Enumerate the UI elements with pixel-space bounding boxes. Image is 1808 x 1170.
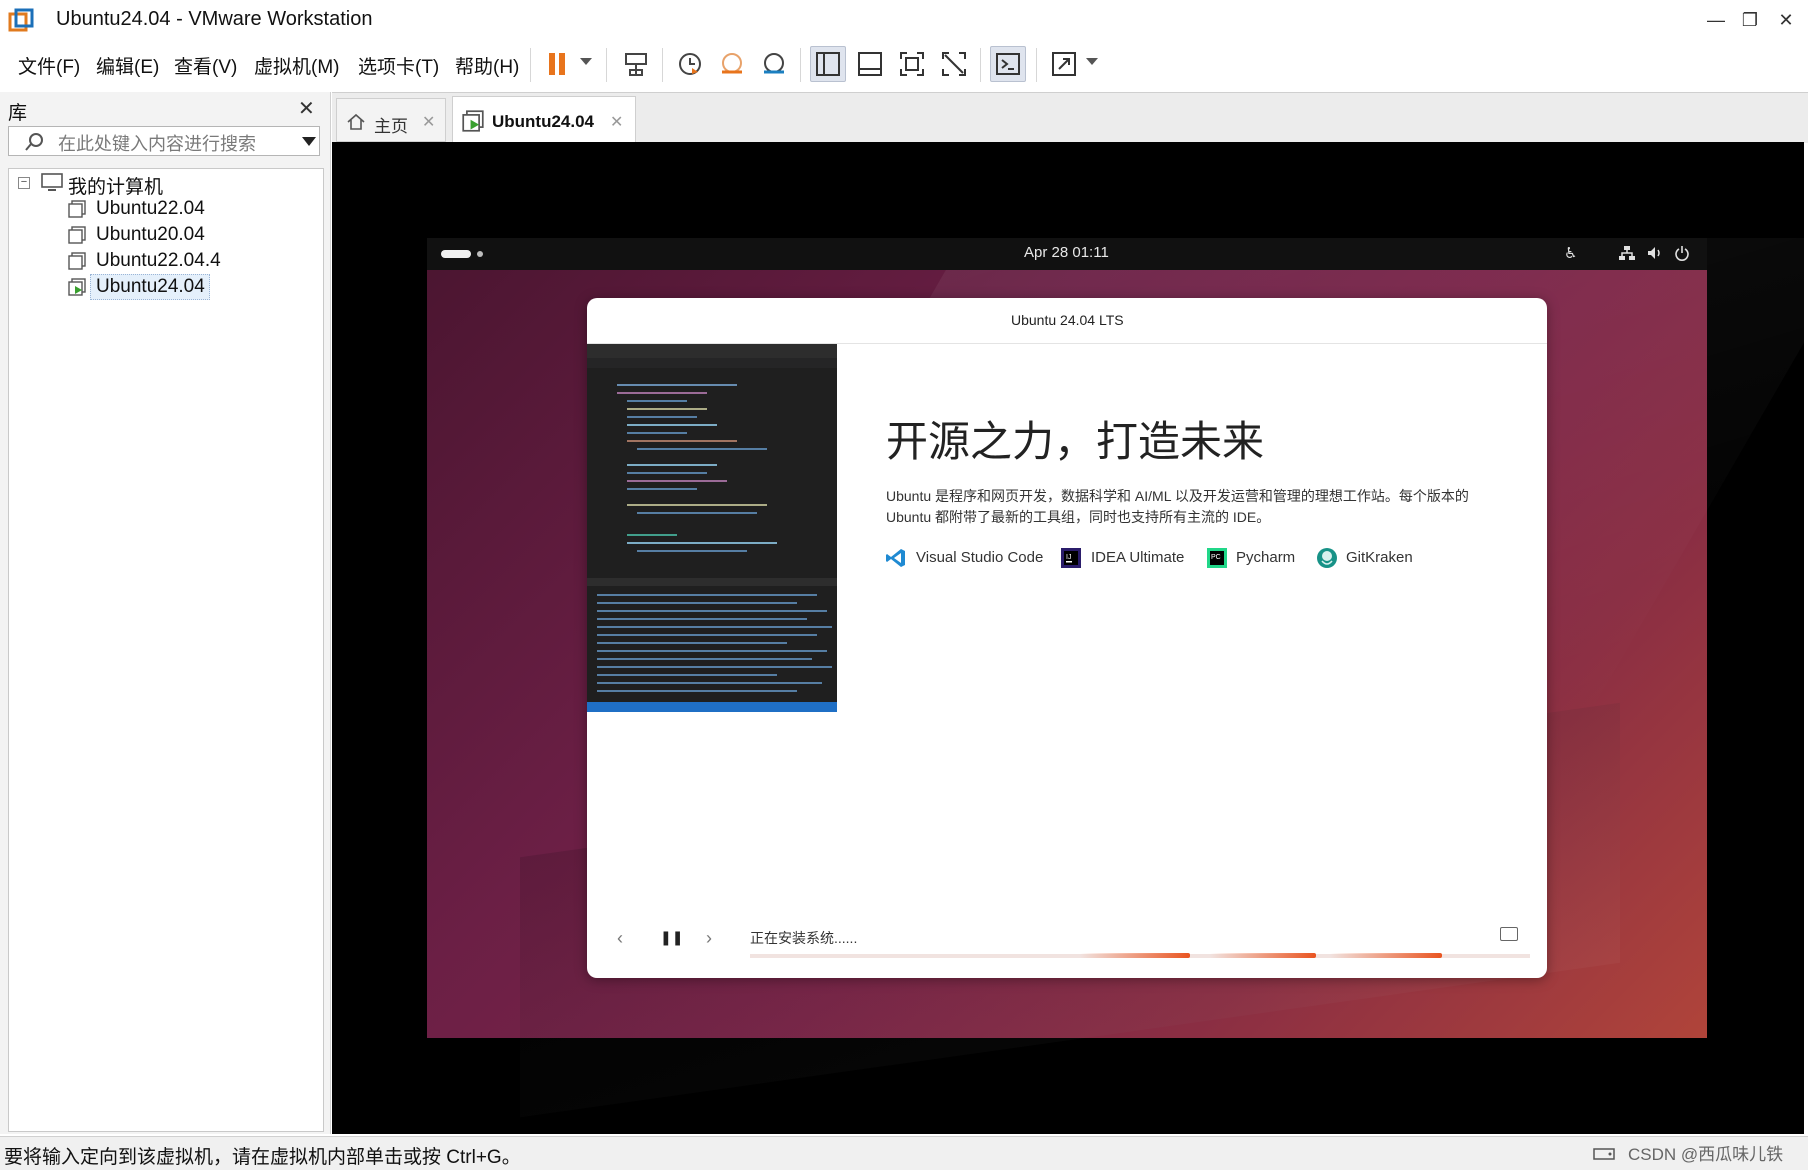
collapse-tree-icon[interactable]: −	[18, 177, 30, 189]
take-snapshot-button[interactable]	[672, 46, 708, 82]
snapshot-clock-icon	[679, 53, 701, 75]
search-dropdown-icon[interactable]	[302, 137, 316, 146]
slide-description-line: Ubuntu 都附带了最新的工具组，同时也支持所有主流的 IDE。	[886, 509, 1271, 525]
toolbar-separator	[606, 48, 607, 82]
stretch-icon	[1052, 52, 1076, 76]
pause-icon	[549, 53, 565, 75]
computer-icon	[41, 173, 63, 191]
vm-icon	[68, 200, 86, 218]
hard-disk-icon[interactable]	[1592, 1143, 1616, 1163]
close-window-button[interactable]: ✕	[1766, 4, 1806, 36]
show-thumbnail-bar-button[interactable]	[852, 46, 888, 82]
workspace-indicator[interactable]	[441, 250, 471, 258]
slide-pause-button[interactable]: ❚❚	[660, 929, 683, 946]
menu-vm[interactable]: 虚拟机(M)	[254, 52, 339, 79]
fullscreen-icon	[900, 52, 924, 76]
menu-edit[interactable]: 编辑(E)	[96, 52, 159, 79]
vm-running-icon	[462, 110, 484, 132]
show-library-button[interactable]	[810, 46, 846, 82]
menu-view[interactable]: 查看(V)	[174, 52, 237, 79]
menu-tabs[interactable]: 选项卡(T)	[358, 52, 439, 79]
send-ctrl-alt-del-button[interactable]	[618, 46, 654, 82]
vm-running-icon	[68, 278, 86, 296]
tree-root-my-computer[interactable]: 我的计算机	[68, 172, 163, 199]
slide-heading: 开源之力，打造未来	[886, 417, 1265, 466]
install-status-text: 正在安装系统......	[750, 930, 858, 946]
console-view-button[interactable]	[990, 46, 1026, 82]
tab-vm-label: Ubuntu24.04	[492, 112, 595, 131]
terminal-icon	[996, 53, 1020, 75]
vmware-logo-icon	[8, 8, 34, 32]
tool-label: Visual Studio Code	[916, 549, 1044, 566]
library-search-placeholder: 在此处键入内容进行搜索	[58, 134, 256, 154]
pause-vm-button[interactable]	[540, 46, 576, 82]
unity-mode-button[interactable]	[936, 46, 972, 82]
power-icon[interactable]	[1674, 245, 1690, 261]
accessibility-icon[interactable]: ♿	[1564, 244, 1577, 262]
install-progress-segment	[1080, 953, 1190, 958]
tool-label: GitKraken	[1346, 549, 1413, 566]
slide-previous-button[interactable]: ‹	[617, 928, 623, 949]
svg-text:PC: PC	[1211, 554, 1221, 561]
tab-home-label: 主页	[374, 117, 408, 136]
toolbar-separator	[1036, 48, 1037, 82]
restore-button[interactable]: ❐	[1730, 4, 1770, 36]
install-progress-segment	[1330, 953, 1442, 958]
toolbar-separator	[800, 48, 801, 82]
svg-text:IJ: IJ	[1066, 554, 1071, 561]
workspace-dot[interactable]	[477, 251, 483, 257]
revert-snapshot-icon	[722, 53, 742, 74]
install-progress-segment	[1210, 953, 1316, 958]
pycharm-icon: PC	[1207, 548, 1227, 568]
thumbnail-layout-icon	[858, 52, 882, 76]
search-icon	[25, 133, 43, 151]
tool-label: Pycharm	[1236, 549, 1296, 566]
library-layout-icon	[816, 52, 840, 76]
home-icon	[347, 113, 365, 130]
menu-help[interactable]: 帮助(H)	[455, 52, 519, 79]
tree-vm-item-selected[interactable]: Ubuntu24.04	[96, 276, 205, 298]
network-icon[interactable]	[1618, 245, 1636, 261]
status-message: 要将输入定向到该虚拟机，请在虚拟机内部单击或按 Ctrl+G。	[4, 1147, 521, 1168]
watermark: CSDN @西瓜味儿铁	[1628, 1145, 1784, 1164]
vm-icon	[68, 252, 86, 270]
intellij-idea-icon: IJ	[1061, 548, 1081, 568]
slide-code-editor-image	[587, 344, 837, 712]
toolbar-separator	[662, 48, 663, 82]
slide-next-button[interactable]: ›	[706, 928, 712, 949]
close-tab-icon[interactable]: ✕	[422, 112, 435, 132]
toolbar-separator	[530, 48, 531, 82]
library-tree	[8, 168, 324, 1132]
snapshot-manager-icon	[764, 53, 784, 74]
close-tab-icon[interactable]: ✕	[610, 112, 623, 132]
window-title: Ubuntu24.04 - VMware Workstation	[56, 8, 373, 30]
menu-file[interactable]: 文件(F)	[18, 52, 80, 79]
revert-snapshot-button[interactable]	[714, 46, 750, 82]
stretch-guest-button[interactable]	[1046, 46, 1082, 82]
vscode-icon	[886, 549, 905, 567]
library-title: 库	[8, 103, 28, 124]
network-send-icon	[625, 53, 647, 76]
chevron-down-icon[interactable]	[580, 58, 592, 65]
tool-label: IDEA Ultimate	[1091, 549, 1185, 566]
full-screen-button[interactable]	[894, 46, 930, 82]
tree-vm-item[interactable]: Ubuntu22.04	[96, 198, 205, 220]
tree-vm-item[interactable]: Ubuntu22.04.4	[96, 250, 221, 272]
show-log-terminal-icon[interactable]	[1500, 927, 1518, 941]
gitkraken-icon	[1317, 548, 1337, 568]
slide-description-line: Ubuntu 是程序和网页开发，数据科学和 AI/ML 以及开发运营和管理的理想…	[886, 488, 1469, 504]
volume-icon[interactable]	[1646, 245, 1664, 261]
snapshot-manager-button[interactable]	[756, 46, 792, 82]
vm-icon	[68, 226, 86, 244]
guest-clock[interactable]: Apr 28 01:11	[1024, 244, 1109, 261]
tree-vm-item[interactable]: Ubuntu20.04	[96, 224, 205, 246]
unity-mode-icon	[942, 52, 966, 76]
installer-title: Ubuntu 24.04 LTS	[1011, 312, 1124, 328]
close-library-icon[interactable]: ✕	[298, 96, 315, 121]
chevron-down-icon[interactable]	[1086, 58, 1098, 65]
toolbar-separator	[980, 48, 981, 82]
